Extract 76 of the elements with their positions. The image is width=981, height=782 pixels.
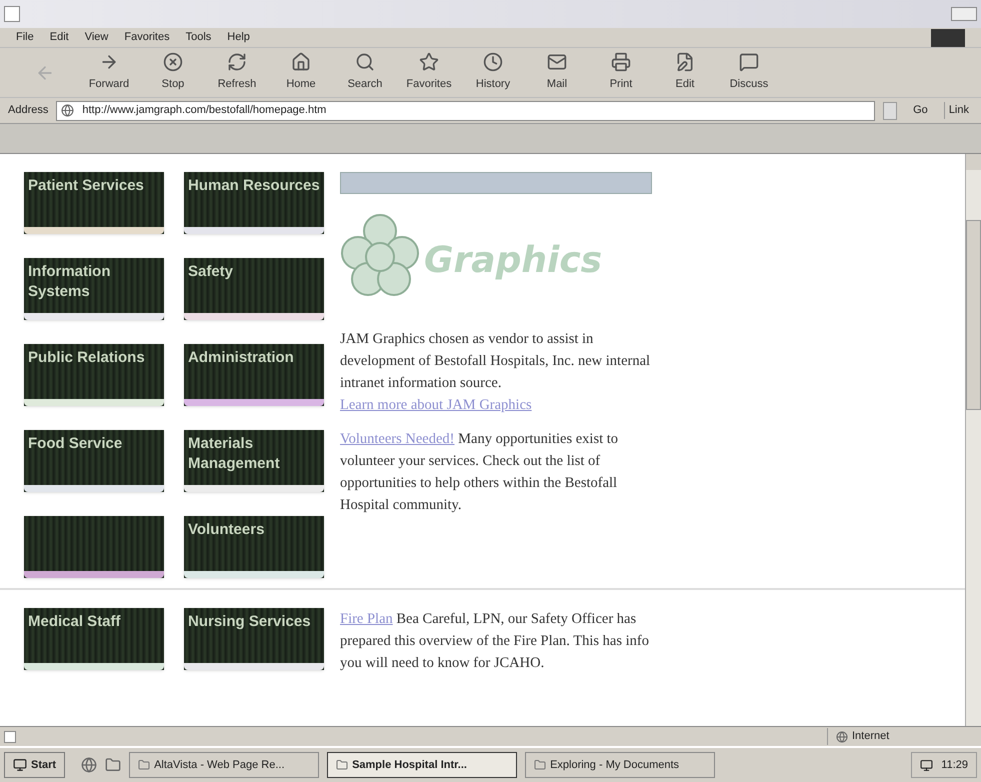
page-status-icon [4,730,16,742]
tile-label: Nursing Services [188,613,311,630]
toolbar-button[interactable]: Home [272,50,330,94]
news-paragraph: JAM Graphics chosen as vendor to assist in development of Bestofall Hospitals, Inc. new internal intranet information source. Learn more about JAM Graphics [340,330,652,415]
nav-tile[interactable]: Volunteers [184,516,324,578]
stop-icon [163,52,183,72]
toolbar-button[interactable]: Discuss [720,50,778,94]
news-paragraph: Volunteers Needed! Many opportunities exist to volunteer your services. Check out the list of opportunities to help others within the Bestofall Hospital community. [340,430,620,515]
printer-icon [611,52,631,72]
star-icon [419,52,439,72]
globe-icon [836,730,848,742]
mail-icon [547,52,567,72]
nav-tile[interactable]: Administration [184,344,324,406]
window-icon [336,759,348,771]
taskbar-button[interactable]: Exploring - My Documents [525,752,716,778]
toolbar-button[interactable]: Favorites [400,50,458,94]
vertical-scrollbar[interactable] [965,154,981,726]
window-controls-icon[interactable] [951,7,977,21]
menu-item[interactable]: File [16,29,34,46]
folder-quicklaunch-icon[interactable] [105,757,122,773]
taskbar-button[interactable]: Sample Hospital Intr... [327,752,518,778]
clock: 11:29 [941,758,968,773]
toolbar-button[interactable]: Refresh [208,50,266,94]
window-icon [4,6,20,22]
logo-text: Graphics [424,239,602,283]
window-icon [534,759,546,771]
taskbar-button[interactable]: AltaVista - Web Page Re... [129,752,320,778]
toolbar-button[interactable]: Stop [144,50,202,94]
page-icon [61,104,74,117]
tile-label: Information Systems [28,263,110,300]
links-button[interactable]: Link [944,102,973,119]
nav-tile[interactable]: Information Systems [24,258,164,320]
address-field[interactable]: http://www.jamgraph.com/bestofall/homepage.htm [56,100,876,120]
toolbar-button[interactable]: Search [336,50,394,94]
tray-icon [920,758,934,772]
nav-tile[interactable]: Safety [184,258,324,320]
tile-label: Public Relations [28,349,145,366]
toolbar-button[interactable]: Forward [80,50,138,94]
nav-tile[interactable]: Materials Management [184,430,324,492]
menu-item[interactable]: Favorites [124,29,170,46]
tile-label: Materials Management [188,435,280,472]
nav-tile[interactable]: Public Relations [24,344,164,406]
toolbar-button[interactable]: History [464,50,522,94]
menu-item[interactable]: Help [227,29,250,46]
tile-label: Food Service [28,435,122,452]
nav-tile[interactable]: Food Service [24,430,164,492]
search-icon [355,52,375,72]
tile-label: Human Resources [188,177,320,194]
zone-label: Internet [852,729,890,744]
start-button[interactable]: Start [4,752,66,778]
tile-label: Safety [188,263,234,280]
tile-label: Medical Staff [28,613,121,630]
toolbar-button[interactable]: Edit [656,50,714,94]
tile-label: Patient Services [28,177,144,194]
tile-label: Volunteers [188,521,264,538]
go-button[interactable]: Go [905,102,936,119]
tile-label: Administration [188,349,294,366]
nav-tile[interactable]: Nursing Services [184,608,324,670]
nav-tile[interactable]: Patient Services [24,172,164,234]
menu-item[interactable]: Edit [50,29,69,46]
address-label: Address [8,103,48,118]
toolbar-button[interactable]: Mail [528,50,586,94]
speech-bubble-icon [739,52,759,72]
nav-tile[interactable]: Human Resources [184,172,324,234]
browser-quicklaunch-icon[interactable] [81,757,98,773]
nav-tile[interactable]: Medical Staff [24,608,164,670]
clock-icon [483,52,503,72]
toolbar-button[interactable]: Print [592,50,650,94]
nav-tile[interactable] [24,516,164,578]
window-icon [138,759,150,771]
refresh-icon [227,52,247,72]
home-icon [291,52,311,72]
edit-icon [675,52,695,72]
menu-item[interactable]: View [84,29,108,46]
menu-item[interactable]: Tools [186,29,212,46]
news-paragraph: Fire Plan Bea Careful, LPN, our Safety Officer has prepared this overview of the Fire Plan. This has info you will need to know for JCAHO. [340,610,650,673]
